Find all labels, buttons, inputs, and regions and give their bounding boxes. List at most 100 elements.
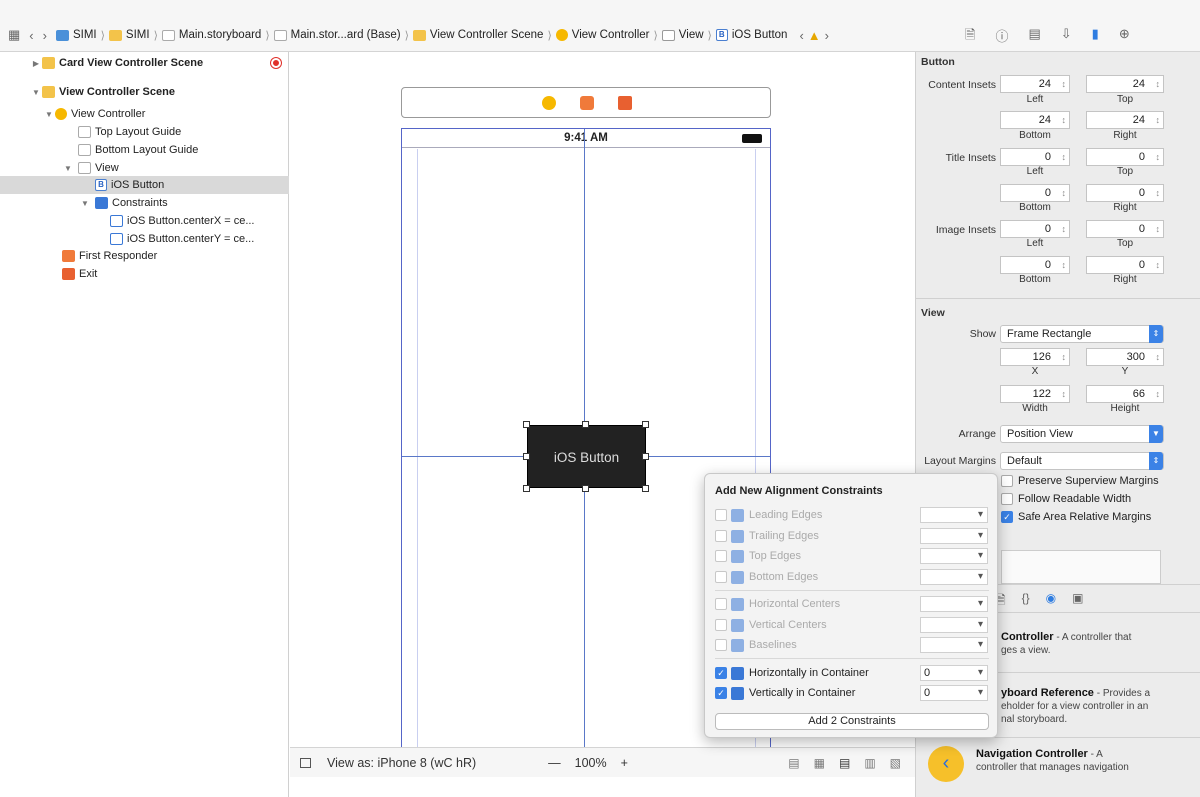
disclosure-down-icon[interactable]: ▼ [62, 164, 74, 173]
disclosure-down-icon[interactable]: ▼ [43, 110, 55, 119]
library-item-storyboard-reference[interactable]: yboard Reference - Provides a eholder fo… [1001, 687, 1191, 726]
issue-forward-icon[interactable]: › [825, 28, 829, 43]
resize-handle[interactable] [642, 421, 649, 428]
exit-icon[interactable] [618, 96, 632, 110]
constraint-row-horizontal-centers[interactable]: Horizontal Centers [715, 595, 989, 613]
zoom-out-button[interactable]: — [548, 756, 561, 770]
disclosure-down-icon[interactable]: ▼ [30, 88, 42, 97]
outline-item-exit[interactable]: Exit [0, 265, 289, 283]
checkbox-icon[interactable] [715, 598, 727, 610]
constraint-row-top-edges[interactable]: Top Edges [715, 547, 989, 565]
disclosure-down-icon[interactable]: ▼ [79, 199, 91, 208]
checkbox-icon[interactable] [715, 530, 727, 542]
content-inset-bottom-field[interactable]: 24 [1000, 111, 1070, 129]
preserve-superview-margins-checkbox[interactable]: Preserve Superview Margins [1001, 475, 1159, 487]
checkbox-checked-icon[interactable]: ✓ [715, 667, 727, 679]
embed-in-stack-icon[interactable]: ▦ [814, 756, 825, 770]
constraint-value-popup[interactable] [920, 528, 988, 544]
crumb-folder[interactable]: SIMI [108, 29, 150, 41]
follow-readable-width-checkbox[interactable]: Follow Readable Width [1001, 493, 1131, 505]
resize-handle[interactable] [523, 453, 530, 460]
content-inset-left-field[interactable]: 24 [1000, 75, 1070, 93]
image-inset-top-field[interactable]: 0 [1086, 220, 1164, 238]
resize-handle[interactable] [523, 421, 530, 428]
add-constraints-button[interactable]: Add 2 Constraints [715, 713, 989, 730]
resize-handle[interactable] [642, 485, 649, 492]
outline-item-first-responder[interactable]: First Responder [0, 247, 289, 265]
crumb-view[interactable]: View [661, 29, 704, 41]
constraint-value-popup[interactable] [920, 637, 988, 653]
constraint-value-popup[interactable] [920, 548, 988, 564]
checkbox-icon[interactable] [715, 509, 727, 521]
outline-item-top-layout-guide[interactable]: Top Layout Guide [0, 123, 289, 141]
crumb-ios-button[interactable]: BiOS Button [715, 29, 787, 41]
constraint-value-popup[interactable] [920, 569, 988, 585]
outline-item-ios-button[interactable]: B iOS Button [0, 176, 289, 194]
back-icon[interactable]: ‹ [29, 28, 33, 43]
code-snippet-library-icon[interactable]: {} [1022, 591, 1030, 612]
content-inset-top-field[interactable]: 24 [1086, 75, 1164, 93]
frame-x-field[interactable]: 126 [1000, 348, 1070, 366]
image-inset-left-field[interactable]: 0 [1000, 220, 1070, 238]
constraint-value-popup[interactable] [920, 596, 988, 612]
title-inset-top-field[interactable]: 0 [1086, 148, 1164, 166]
crumb-storyboard[interactable]: Main.storyboard [161, 29, 261, 41]
frame-height-field[interactable]: 66 [1086, 385, 1164, 403]
constraint-value-popup[interactable] [920, 507, 988, 523]
attributes-inspector-icon[interactable]: ⇩ [1061, 26, 1072, 48]
error-badge-icon[interactable] [271, 58, 281, 68]
constraint-row-leading-edges[interactable]: Leading Edges [715, 506, 989, 524]
title-inset-left-field[interactable]: 0 [1000, 148, 1070, 166]
ios-button[interactable]: iOS Button [527, 425, 646, 488]
frame-y-field[interactable]: 300 [1086, 348, 1164, 366]
image-inset-right-field[interactable]: 0 [1086, 256, 1164, 274]
library-item-view-controller[interactable]: Controller - A controller that ges a vie… [1001, 631, 1191, 657]
content-inset-right-field[interactable]: 24 [1086, 111, 1164, 129]
constraint-row-horizontally-in-container[interactable]: ✓ Horizontally in Container 0 [715, 664, 989, 682]
checkbox-icon[interactable] [715, 639, 727, 651]
size-inspector-icon[interactable]: ▮ [1092, 26, 1099, 48]
outline-item-card-scene[interactable]: ▶ Card View Controller Scene [0, 54, 289, 72]
media-library-icon[interactable]: ▣ [1072, 591, 1083, 612]
library-item-navigation-controller[interactable]: Navigation Controller - A controller tha… [976, 748, 1176, 774]
disclosure-right-icon[interactable]: ▶ [30, 59, 42, 68]
resize-handle[interactable] [582, 421, 589, 428]
forward-icon[interactable]: › [43, 28, 47, 43]
outline-item-constraint-centery[interactable]: iOS Button.centerY = ce... [0, 230, 289, 248]
constraint-row-vertically-in-container[interactable]: ✓ Vertically in Container 0 [715, 684, 989, 702]
resolve-issues-icon[interactable]: ▧ [890, 756, 901, 770]
checkbox-icon[interactable] [715, 550, 727, 562]
zoom-in-button[interactable]: + [621, 756, 628, 770]
checkbox-icon[interactable] [715, 571, 727, 583]
first-responder-icon[interactable] [580, 96, 594, 110]
add-constraints-icon[interactable]: ▥ [864, 756, 875, 770]
constraint-value-popup[interactable]: 0 [920, 665, 988, 681]
file-inspector-icon[interactable]: 🗎 [965, 26, 975, 48]
title-inset-right-field[interactable]: 0 [1086, 184, 1164, 202]
connections-inspector-icon[interactable]: ⊕ [1119, 26, 1130, 48]
arrange-popup[interactable]: Position View ▼ [1000, 425, 1164, 443]
outline-item-constraints[interactable]: ▼ Constraints [0, 194, 289, 212]
image-inset-bottom-field[interactable]: 0 [1000, 256, 1070, 274]
view-controller-icon[interactable] [542, 96, 556, 110]
crumb-project[interactable]: SIMI [55, 29, 97, 41]
constraint-row-bottom-edges[interactable]: Bottom Edges [715, 568, 989, 586]
crumb-storyboard-base[interactable]: Main.stor...ard (Base) [273, 29, 401, 41]
align-icon[interactable]: ▤ [839, 756, 850, 770]
zoom-level[interactable]: 100% [575, 756, 607, 770]
frame-width-field[interactable]: 122 [1000, 385, 1070, 403]
warning-icon[interactable]: ▲ [808, 28, 821, 43]
update-frames-icon[interactable]: ▤ [788, 756, 799, 770]
related-items-icon[interactable]: ▦ [8, 27, 20, 43]
checkbox-checked-icon[interactable]: ✓ [715, 687, 727, 699]
constraint-value-popup[interactable]: 0 [920, 685, 988, 701]
constraint-row-vertical-centers[interactable]: Vertical Centers [715, 616, 989, 634]
layout-margins-popup[interactable]: Default ⇕ [1000, 452, 1164, 470]
issue-back-icon[interactable]: ‹ [799, 28, 803, 43]
outline-toggle-icon[interactable] [300, 757, 311, 768]
outline-item-bottom-layout-guide[interactable]: Bottom Layout Guide [0, 141, 289, 159]
checkbox-icon[interactable] [715, 619, 727, 631]
constraint-row-trailing-edges[interactable]: Trailing Edges [715, 527, 989, 545]
title-inset-bottom-field[interactable]: 0 [1000, 184, 1070, 202]
resize-handle[interactable] [523, 485, 530, 492]
